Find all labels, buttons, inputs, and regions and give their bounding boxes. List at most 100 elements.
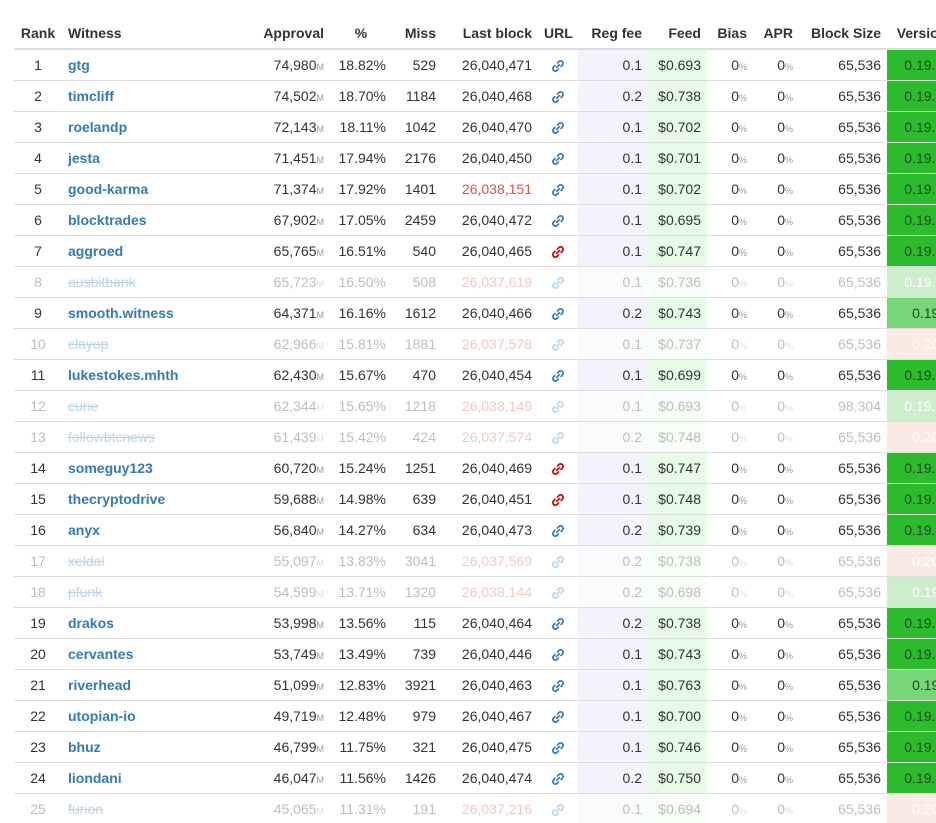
- url-cell[interactable]: [538, 173, 578, 205]
- url-cell[interactable]: [538, 142, 578, 174]
- url-cell[interactable]: [538, 111, 578, 143]
- witness-cell[interactable]: good-karma: [62, 173, 196, 205]
- witness-cell[interactable]: jesta: [62, 142, 196, 174]
- pct-cell: 11.56%: [330, 762, 392, 794]
- url-cell[interactable]: [538, 328, 578, 360]
- link-icon: [552, 308, 564, 321]
- feed-cell: $0.702: [648, 111, 707, 143]
- col-apr-header[interactable]: APR: [753, 18, 799, 50]
- witness-link[interactable]: riverhead: [68, 677, 131, 693]
- witness-link[interactable]: ausbitbank: [68, 274, 136, 290]
- col-feed-header[interactable]: Feed: [648, 18, 707, 50]
- col-last-block-header[interactable]: Last block: [442, 18, 538, 50]
- witness-link[interactable]: someguy123: [68, 460, 153, 476]
- witness-cell[interactable]: anyx: [62, 514, 196, 546]
- witness-cell[interactable]: gtg: [62, 48, 196, 81]
- witness-link[interactable]: lukestokes.mhth: [68, 367, 178, 383]
- witness-cell[interactable]: xeldal: [62, 545, 196, 577]
- witness-cell[interactable]: cervantes: [62, 638, 196, 670]
- url-cell[interactable]: [538, 638, 578, 670]
- col-block-size-header[interactable]: Block Size: [799, 18, 887, 50]
- url-cell[interactable]: [538, 483, 578, 515]
- witness-link[interactable]: drakos: [68, 615, 114, 631]
- witness-cell[interactable]: smooth.witness: [62, 297, 196, 329]
- witness-cell[interactable]: thecryptodrive: [62, 483, 196, 515]
- url-cell[interactable]: [538, 204, 578, 236]
- witness-cell[interactable]: pfunk: [62, 576, 196, 608]
- witness-link[interactable]: xeldal: [68, 553, 105, 569]
- bias-value: 0: [731, 88, 739, 104]
- witness-link[interactable]: good-karma: [68, 181, 148, 197]
- reg-fee-cell: 0.1: [578, 173, 648, 205]
- url-cell[interactable]: [538, 421, 578, 453]
- witness-link[interactable]: clayop: [68, 336, 108, 352]
- witness-cell[interactable]: aggroed: [62, 235, 196, 267]
- witness-link[interactable]: aggroed: [68, 243, 123, 259]
- witness-cell[interactable]: drakos: [62, 607, 196, 639]
- block-size-cell: 65,536: [799, 235, 887, 267]
- url-cell[interactable]: [538, 48, 578, 81]
- witness-cell[interactable]: blocktrades: [62, 204, 196, 236]
- col-version-header[interactable]: Version: [887, 18, 936, 50]
- feed-cell: $0.693: [648, 390, 707, 422]
- col-bias-header[interactable]: Bias: [707, 18, 753, 50]
- witness-link[interactable]: anyx: [68, 522, 100, 538]
- col-approval-header[interactable]: Approval: [196, 18, 330, 50]
- pct-cell: 12.48%: [330, 700, 392, 732]
- witness-cell[interactable]: furion: [62, 793, 196, 823]
- witness-cell[interactable]: followbtcnews: [62, 421, 196, 453]
- witness-cell[interactable]: ausbitbank: [62, 266, 196, 298]
- witness-cell[interactable]: lukestokes.mhth: [62, 359, 196, 391]
- col-reg-fee-header[interactable]: Reg fee: [578, 18, 648, 50]
- url-cell[interactable]: [538, 80, 578, 112]
- url-cell[interactable]: [538, 731, 578, 763]
- witness-link[interactable]: smooth.witness: [68, 305, 174, 321]
- url-cell[interactable]: [538, 545, 578, 577]
- url-cell[interactable]: [538, 669, 578, 701]
- witness-cell[interactable]: utopian-io: [62, 700, 196, 732]
- witness-link[interactable]: blocktrades: [68, 212, 147, 228]
- url-cell[interactable]: [538, 452, 578, 484]
- url-cell[interactable]: [538, 514, 578, 546]
- col-witness-header[interactable]: Witness: [62, 18, 196, 50]
- col-rank-header[interactable]: Rank: [14, 18, 62, 50]
- witness-link[interactable]: curie: [68, 398, 98, 414]
- witness-cell[interactable]: curie: [62, 390, 196, 422]
- url-cell[interactable]: [538, 700, 578, 732]
- witness-link[interactable]: roelandp: [68, 119, 127, 135]
- witness-cell[interactable]: roelandp: [62, 111, 196, 143]
- url-cell[interactable]: [538, 297, 578, 329]
- witness-cell[interactable]: riverhead: [62, 669, 196, 701]
- url-cell[interactable]: [538, 359, 578, 391]
- witness-link[interactable]: cervantes: [68, 646, 133, 662]
- url-cell[interactable]: [538, 390, 578, 422]
- url-cell[interactable]: [538, 793, 578, 823]
- witness-cell[interactable]: bhuz: [62, 731, 196, 763]
- witness-link[interactable]: timcliff: [68, 88, 114, 104]
- approval-value: 74,980: [273, 57, 317, 73]
- witness-cell[interactable]: clayop: [62, 328, 196, 360]
- witness-link[interactable]: pfunk: [68, 584, 102, 600]
- witness-link[interactable]: liondani: [68, 770, 122, 786]
- url-cell[interactable]: [538, 266, 578, 298]
- witness-link[interactable]: gtg: [68, 57, 90, 73]
- block-size-cell: 65,536: [799, 266, 887, 298]
- bias-value: 0: [731, 367, 739, 383]
- witness-link[interactable]: furion: [68, 801, 103, 817]
- witness-link[interactable]: bhuz: [68, 739, 101, 755]
- url-cell[interactable]: [538, 607, 578, 639]
- witness-link[interactable]: followbtcnews: [68, 429, 155, 445]
- witness-link[interactable]: jesta: [68, 150, 100, 166]
- url-cell[interactable]: [538, 762, 578, 794]
- col-url-header[interactable]: URL: [538, 18, 578, 50]
- witness-link[interactable]: thecryptodrive: [68, 491, 165, 507]
- witness-cell[interactable]: someguy123: [62, 452, 196, 484]
- url-cell[interactable]: [538, 235, 578, 267]
- witness-link[interactable]: utopian-io: [68, 708, 136, 724]
- witness-cell[interactable]: timcliff: [62, 80, 196, 112]
- col-miss-header[interactable]: Miss: [392, 18, 442, 50]
- url-cell[interactable]: [538, 576, 578, 608]
- witness-cell[interactable]: liondani: [62, 762, 196, 794]
- apr-unit: %: [784, 341, 793, 351]
- col-pct-header[interactable]: %: [330, 18, 392, 50]
